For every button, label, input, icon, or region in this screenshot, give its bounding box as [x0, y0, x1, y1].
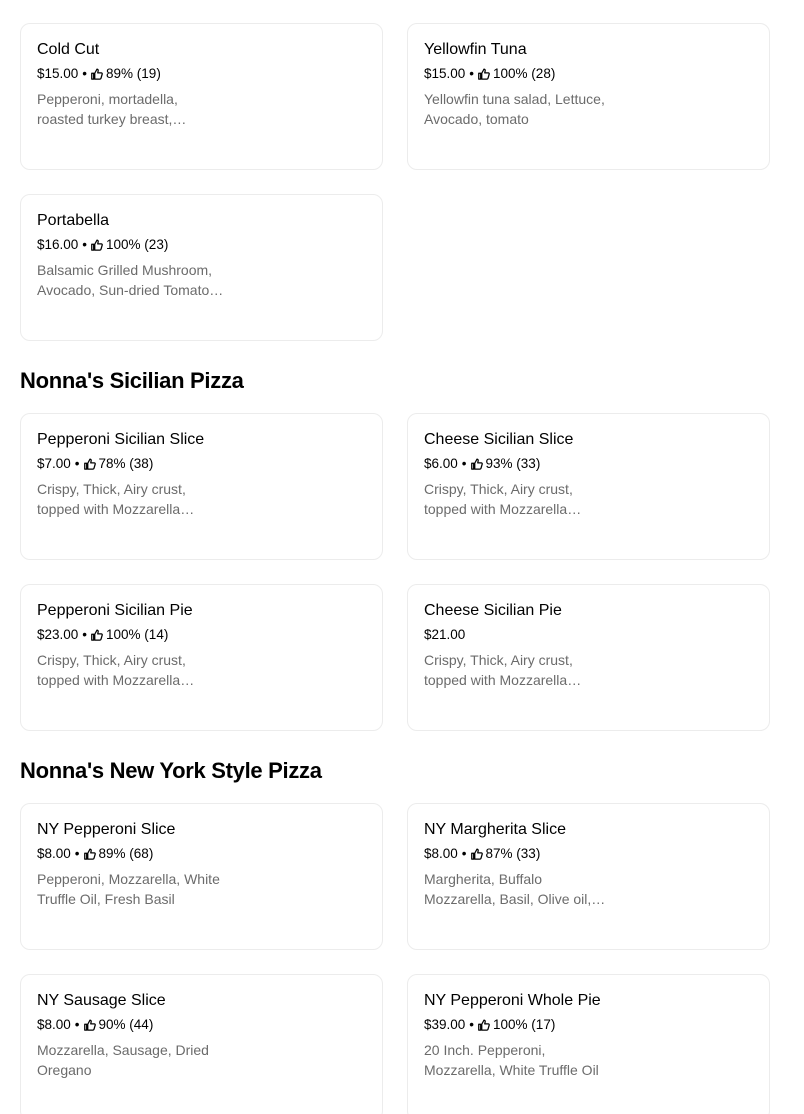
item-name: NY Pepperoni Whole Pie: [424, 992, 601, 1009]
item-description: Pepperoni, mortadella, roasted turkey br…: [37, 91, 178, 127]
item-name: NY Sausage Slice: [37, 992, 166, 1009]
menu-grid-new-york: NY Pepperoni Slice $8.00 • 89% (68) Pepp…: [20, 803, 770, 1114]
menu-grid-sicilian: Pepperoni Sicilian Slice $7.00 • 78% (38…: [20, 413, 770, 731]
item-rating: 100% (23): [106, 237, 169, 252]
item-description: Yellowfin tuna salad, Lettuce, Avocado, …: [424, 91, 605, 127]
item-rating: 93% (33): [485, 456, 541, 471]
item-description: Crispy, Thick, Airy crust, topped with M…: [424, 481, 573, 517]
item-name: Portabella: [37, 212, 110, 229]
meta-separator: •: [461, 846, 467, 861]
item-description: Pepperoni, Mozzarella, White Truffle Oil…: [37, 871, 220, 907]
item-name: Cheese Sicilian Slice: [424, 431, 574, 448]
menu-item-card[interactable]: NY Sausage Slice $8.00 • 90% (44) Mozzar…: [20, 974, 383, 1114]
item-description: Margherita, Buffalo Mozzarella, Basil, O…: [424, 871, 592, 907]
menu-item-card[interactable]: Pepperoni Sicilian Slice $7.00 • 78% (38…: [20, 413, 383, 560]
thumbs-up-icon: [83, 848, 96, 860]
item-meta: $21.00: [424, 626, 753, 644]
menu-item-card[interactable]: Cold Cut $15.00 • 89% (19) Pepperoni, mo…: [20, 23, 383, 170]
menu-item-card[interactable]: NY Pepperoni Whole Pie $39.00 • 100% (17…: [407, 974, 770, 1114]
menu-item-card[interactable]: Cheese Sicilian Slice $6.00 • 93% (33) C…: [407, 413, 770, 560]
item-rating: 89% (68): [98, 846, 154, 861]
item-price: $8.00: [37, 846, 71, 861]
section-title-sicilian: Nonna's Sicilian Pizza: [20, 368, 244, 393]
item-meta: $6.00 • 93% (33): [424, 455, 753, 473]
meta-separator: •: [461, 456, 467, 471]
item-price: $16.00: [37, 237, 79, 252]
meta-separator: •: [82, 66, 88, 81]
item-description: Balsamic Grilled Mushroom, Avocado, Sun-…: [37, 262, 213, 298]
item-name: Pepperoni Sicilian Slice: [37, 431, 205, 448]
menu-item-card[interactable]: Yellowfin Tuna $15.00 • 100% (28) Yellow…: [407, 23, 770, 170]
item-meta: $39.00 • 100% (17): [424, 1016, 753, 1034]
item-price: $39.00: [424, 1017, 466, 1032]
thumbs-up-icon: [83, 1019, 96, 1031]
meta-separator: •: [469, 66, 475, 81]
meta-separator: •: [82, 237, 88, 252]
item-meta: $8.00 • 90% (44): [37, 1016, 366, 1034]
item-rating: 100% (14): [106, 627, 169, 642]
item-price: $15.00: [424, 66, 466, 81]
item-price: $8.00: [424, 846, 458, 861]
item-rating: 100% (28): [493, 66, 556, 81]
thumbs-up-icon: [478, 1019, 490, 1031]
item-meta: $16.00 • 100% (23): [37, 236, 366, 254]
item-price: $23.00: [37, 627, 79, 642]
item-description: Crispy, Thick, Airy crust, topped with M…: [424, 652, 573, 688]
meta-separator: •: [74, 1017, 80, 1032]
thumbs-up-icon: [470, 848, 483, 860]
item-name: Cold Cut: [37, 41, 100, 58]
item-description: 20 Inch. Pepperoni, Mozzarella, White Tr…: [424, 1042, 599, 1078]
menu-item-card[interactable]: Cheese Sicilian Pie $21.00 Crispy, Thick…: [407, 584, 770, 731]
item-meta: $15.00 • 89% (19): [37, 65, 366, 83]
item-meta: $15.00 • 100% (28): [424, 65, 753, 83]
item-meta: $7.00 • 78% (38): [37, 455, 366, 473]
meta-separator: •: [74, 846, 80, 861]
meta-separator: •: [469, 1017, 475, 1032]
item-rating: 87% (33): [485, 846, 541, 861]
item-meta: $23.00 • 100% (14): [37, 626, 366, 644]
item-description: Crispy, Thick, Airy crust, topped with M…: [37, 481, 186, 517]
item-rating: 90% (44): [98, 1017, 154, 1032]
item-name: Cheese Sicilian Pie: [424, 602, 562, 619]
thumbs-up-icon: [478, 68, 490, 80]
item-meta: $8.00 • 87% (33): [424, 845, 753, 863]
item-price: $15.00: [37, 66, 79, 81]
menu-item-card[interactable]: NY Pepperoni Slice $8.00 • 89% (68) Pepp…: [20, 803, 383, 950]
thumbs-up-icon: [83, 458, 96, 470]
thumbs-up-icon: [470, 458, 483, 470]
thumbs-up-icon: [91, 629, 103, 641]
menu-item-card[interactable]: Pepperoni Sicilian Pie $23.00 • 100% (14…: [20, 584, 383, 731]
item-rating: 100% (17): [493, 1017, 556, 1032]
thumbs-up-icon: [91, 239, 103, 251]
menu-grid-sandwiches: Cold Cut $15.00 • 89% (19) Pepperoni, mo…: [20, 23, 770, 341]
meta-separator: •: [82, 627, 88, 642]
item-rating: 78% (38): [98, 456, 154, 471]
item-price: $21.00: [424, 627, 466, 642]
item-price: $6.00: [424, 456, 458, 471]
item-name: Pepperoni Sicilian Pie: [37, 602, 193, 619]
menu-page: Cold Cut $15.00 • 89% (19) Pepperoni, mo…: [0, 0, 804, 1114]
meta-separator: •: [74, 456, 80, 471]
item-description: Crispy, Thick, Airy crust, topped with M…: [37, 652, 186, 688]
item-price: $7.00: [37, 456, 71, 471]
item-meta: $8.00 • 89% (68): [37, 845, 366, 863]
section-title-new-york: Nonna's New York Style Pizza: [20, 758, 322, 783]
item-description: Mozzarella, Sausage, Dried Oregano: [37, 1042, 209, 1078]
item-name: NY Margherita Slice: [424, 821, 566, 838]
menu-item-card[interactable]: Portabella $16.00 • 100% (23) Balsamic G…: [20, 194, 383, 341]
item-price: $8.00: [37, 1017, 71, 1032]
menu-item-card[interactable]: NY Margherita Slice $8.00 • 87% (33) Mar…: [407, 803, 770, 950]
item-rating: 89% (19): [106, 66, 161, 81]
thumbs-up-icon: [91, 68, 103, 80]
item-name: Yellowfin Tuna: [424, 41, 527, 58]
item-name: NY Pepperoni Slice: [37, 821, 176, 838]
